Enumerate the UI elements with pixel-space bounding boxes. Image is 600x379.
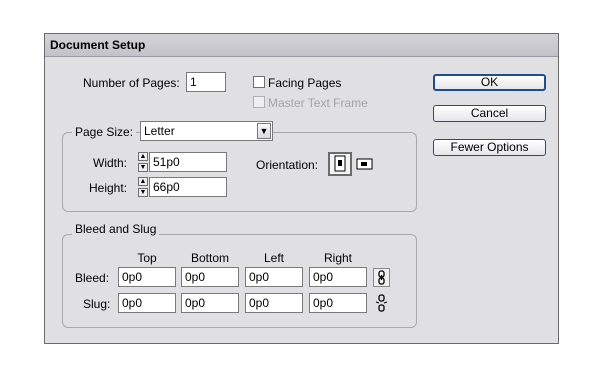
width-spinner[interactable]: ▲ ▼: [138, 152, 148, 172]
portrait-orientation-button[interactable]: [328, 152, 352, 176]
spin-down-icon[interactable]: ▼: [138, 163, 148, 172]
master-text-frame-label: Master Text Frame: [268, 96, 368, 110]
bleed-left-input[interactable]: 0p0: [245, 267, 303, 287]
bleed-link-button[interactable]: [373, 268, 390, 287]
bleed-slug-group-label: Bleed and Slug: [72, 222, 160, 236]
bleed-label: Bleed:: [75, 271, 110, 285]
slug-label: Slug:: [83, 297, 111, 311]
master-text-frame-checkbox[interactable]: [253, 96, 265, 108]
spin-down-icon[interactable]: ▼: [138, 188, 148, 197]
landscape-orientation-button[interactable]: [356, 155, 374, 173]
width-input[interactable]: 51p0: [149, 152, 227, 172]
title-bar[interactable]: Document Setup: [45, 34, 558, 57]
number-of-pages-input[interactable]: 1: [186, 72, 226, 92]
bleed-right-input[interactable]: 0p0: [309, 267, 367, 287]
page-size-select[interactable]: Letter ▼: [140, 121, 273, 141]
width-label: Width:: [93, 156, 128, 170]
slug-top-input[interactable]: 0p0: [118, 293, 176, 313]
document-setup-dialog: Document Setup Number of Pages: 1 Facing…: [44, 33, 559, 344]
slug-left-input[interactable]: 0p0: [245, 293, 303, 313]
bleed-bottom-input[interactable]: 0p0: [181, 267, 239, 287]
spin-up-icon[interactable]: ▲: [138, 177, 148, 186]
landscape-page-icon: [356, 158, 373, 170]
slug-link-button[interactable]: [374, 294, 390, 312]
dialog-title: Document Setup: [50, 38, 146, 52]
page-size-label: Page Size:: [72, 125, 137, 139]
slug-bottom-input[interactable]: 0p0: [181, 293, 239, 313]
portrait-page-icon: [334, 155, 346, 172]
number-of-pages-label: Number of Pages:: [83, 76, 180, 90]
height-input[interactable]: 66p0: [149, 177, 227, 197]
page-size-selected: Letter: [144, 124, 175, 138]
slug-right-input[interactable]: 0p0: [309, 293, 367, 313]
height-label: Height:: [89, 181, 128, 195]
column-header-left: Left: [263, 251, 284, 265]
orientation-label: Orientation:: [256, 158, 319, 172]
column-header-right: Right: [323, 251, 352, 265]
facing-pages-checkbox[interactable]: [253, 76, 265, 88]
ok-button[interactable]: OK: [433, 74, 546, 91]
chain-link-icon: [378, 270, 385, 285]
chevron-down-icon[interactable]: ▼: [257, 123, 271, 139]
column-header-top: Top: [137, 251, 157, 265]
spin-up-icon[interactable]: ▲: [138, 152, 148, 161]
column-header-bottom: Bottom: [190, 251, 229, 265]
height-spinner[interactable]: ▲ ▼: [138, 177, 148, 197]
cancel-button[interactable]: Cancel: [433, 105, 546, 122]
bleed-top-input[interactable]: 0p0: [118, 267, 176, 287]
fewer-options-button[interactable]: Fewer Options: [433, 139, 546, 156]
broken-chain-link-icon: [375, 294, 388, 312]
facing-pages-label: Facing Pages: [268, 76, 342, 90]
